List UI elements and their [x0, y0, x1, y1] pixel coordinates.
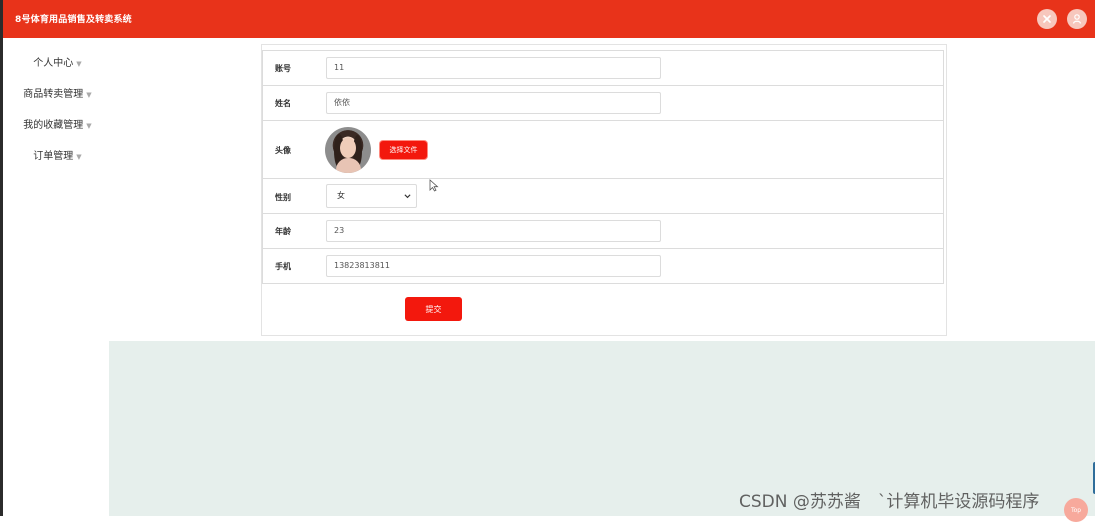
form-row-avatar: 头像 选择文件 [262, 120, 944, 179]
form-row-age: 年龄 23 [262, 213, 944, 249]
chevron-down-icon: ▼ [86, 122, 92, 130]
form-row-phone: 手机 13823813811 [262, 248, 944, 284]
chevron-down-icon: ▼ [86, 91, 92, 99]
avatar [325, 127, 371, 173]
age-input[interactable]: 23 [326, 220, 661, 242]
top-navigation-bar: 8号体育用品销售及转卖系统 [3, 0, 1095, 38]
user-icon[interactable] [1067, 9, 1087, 29]
mouse-cursor-icon [429, 179, 439, 192]
app-title: 8号体育用品销售及转卖系统 [15, 15, 132, 25]
sidebar-item-label: 商品转卖管理 [23, 89, 84, 100]
age-label: 年龄 [275, 227, 291, 236]
sidebar-item-label: 个人中心 [33, 58, 74, 69]
close-icon[interactable] [1037, 9, 1057, 29]
account-label: 账号 [275, 64, 291, 73]
gender-select[interactable]: 女 [326, 184, 417, 208]
back-to-top-button[interactable]: Top [1064, 498, 1088, 522]
form-row-gender: 性别 女 [262, 178, 944, 214]
sidebar: 个人中心 ▼ 商品转卖管理 ▼ 我的收藏管理 ▼ 订单管理 ▼ [6, 38, 109, 516]
gender-label: 性别 [275, 193, 291, 202]
form-row-account: 账号 11 [262, 50, 944, 86]
name-input[interactable]: 依依 [326, 92, 661, 114]
profile-form: 账号 11 姓名 依依 头像 选择文件 性别 女 年龄 23 手机 138238… [261, 44, 947, 336]
sidebar-item-label: 订单管理 [33, 151, 74, 162]
sidebar-item-resale-management[interactable]: 商品转卖管理 ▼ [6, 85, 109, 100]
form-row-name: 姓名 依依 [262, 85, 944, 121]
phone-input[interactable]: 13823813811 [326, 255, 661, 277]
phone-label: 手机 [275, 262, 291, 271]
user-icon-shape [1072, 14, 1082, 24]
watermark: CSDN @苏苏酱 `计算机毕设源码程序 [739, 492, 1040, 512]
chevron-down-icon [404, 194, 411, 199]
sidebar-item-favorites-management[interactable]: 我的收藏管理 ▼ [6, 116, 109, 131]
close-icon-shape [1043, 15, 1051, 23]
chevron-down-icon: ▼ [76, 153, 82, 161]
account-input[interactable]: 11 [326, 57, 661, 79]
sidebar-item-label: 我的收藏管理 [23, 120, 84, 131]
name-label: 姓名 [275, 99, 291, 108]
chevron-down-icon: ▼ [76, 60, 82, 68]
submit-button[interactable]: 提交 [405, 297, 462, 321]
app-window: 8号体育用品销售及转卖系统 个人中心 ▼ 商品转卖管理 ▼ 我的收藏管理 ▼ 订单管理… [0, 0, 1095, 522]
sidebar-item-profile[interactable]: 个人中心 ▼ [6, 54, 109, 69]
sidebar-item-order-management[interactable]: 订单管理 ▼ [6, 147, 109, 162]
gender-selected-value: 女 [337, 191, 345, 200]
avatar-face [340, 138, 356, 158]
avatar-label: 头像 [275, 146, 291, 155]
choose-file-button[interactable]: 选择文件 [380, 141, 427, 159]
